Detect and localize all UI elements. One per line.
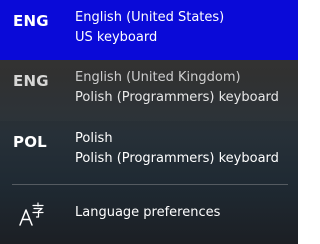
language-item-polish[interactable]: POL Polish Polish (Programmers) keyboard — [0, 121, 298, 182]
keyboard-layout-name: Polish (Programmers) keyboard — [75, 151, 279, 166]
language-code: POL — [13, 133, 47, 151]
language-name: Polish — [75, 131, 113, 146]
keyboard-layout-name: US keyboard — [75, 30, 158, 45]
language-preferences-link[interactable]: Language preferences — [0, 190, 298, 238]
input-language-flyout: ENG English (United States) US keyboard … — [0, 0, 298, 244]
language-item-english-us[interactable]: ENG English (United States) US keyboard — [0, 0, 298, 60]
language-name: English (United Kingdom) — [75, 70, 241, 85]
menu-divider — [12, 184, 288, 185]
language-preferences-label: Language preferences — [75, 205, 221, 220]
keyboard-layout-name: Polish (Programmers) keyboard — [75, 90, 279, 105]
language-list: ENG English (United States) US keyboard … — [0, 0, 298, 182]
language-name: English (United States) — [75, 10, 225, 25]
language-code: ENG — [13, 12, 49, 30]
language-item-english-uk[interactable]: ENG English (United Kingdom) Polish (Pro… — [0, 60, 298, 121]
language-settings-icon — [18, 201, 46, 229]
language-code: ENG — [13, 72, 49, 90]
